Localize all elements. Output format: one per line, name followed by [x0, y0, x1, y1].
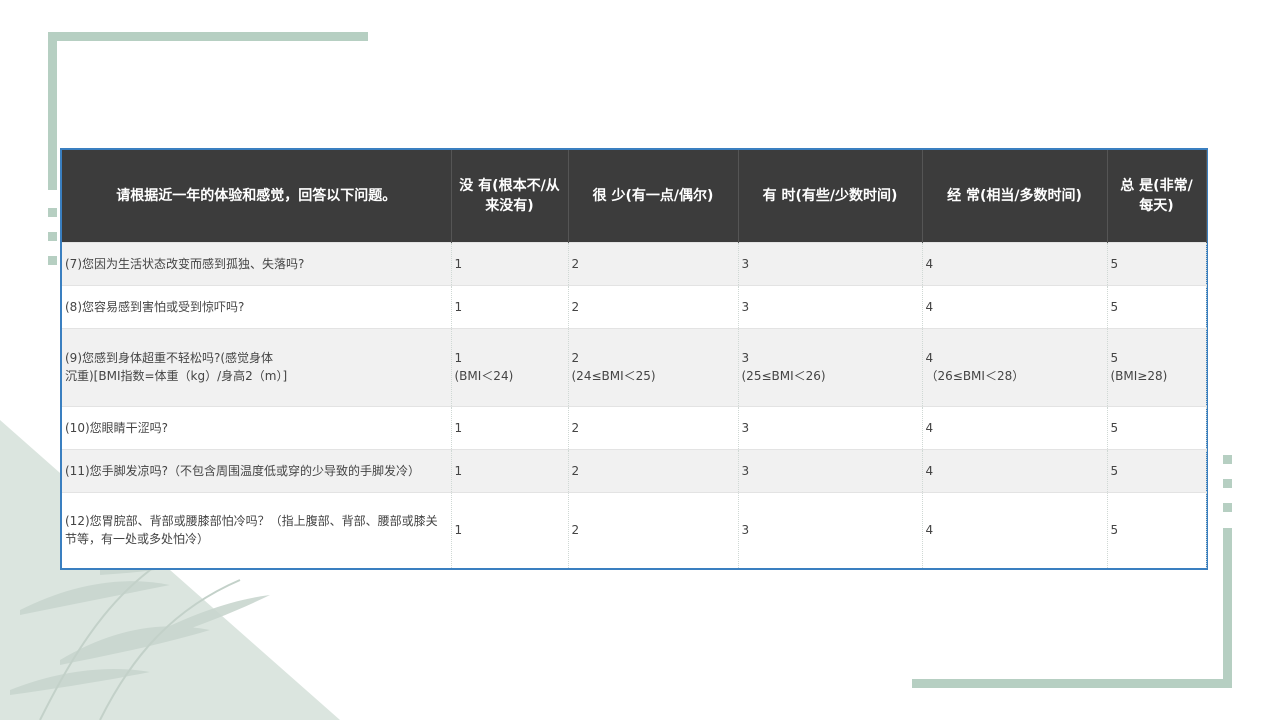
question-cell: (8)您容易感到害怕或受到惊吓吗? — [62, 284, 452, 328]
table-row: (12)您胃脘部、背部或腰膝部怕冷吗？（指上腹部、背部、腰部或膝关节等，有一处或… — [62, 491, 1207, 568]
score-cell: 5 — [1107, 284, 1207, 328]
score-cell: 5 — [1107, 491, 1207, 568]
table-header-row: 请根据近一年的体验和感觉，回答以下问题。 没 有(根本不/从来没有) 很 少(有… — [62, 150, 1207, 242]
score-cell: 4 — [922, 405, 1108, 449]
score-cell: 3 — [738, 448, 923, 492]
score-cell: 4 — [922, 491, 1108, 568]
score-cell: 5 — [1107, 241, 1207, 285]
column-header-question: 请根据近一年的体验和感觉，回答以下问题。 — [62, 150, 452, 242]
question-cell: (12)您胃脘部、背部或腰膝部怕冷吗？（指上腹部、背部、腰部或膝关节等，有一处或… — [62, 491, 452, 568]
decor-square — [1223, 479, 1232, 488]
score-cell: 1 — [451, 241, 569, 285]
top-left-frame-vertical — [48, 32, 57, 190]
decor-square — [48, 256, 57, 265]
score-cell: 2 — [568, 491, 739, 568]
question-cell: (9)您感到身体超重不轻松吗?(感觉身体 沉重)[BMI指数=体重（kg）/身高… — [62, 327, 452, 406]
score-cell: 2 — [568, 241, 739, 285]
decor-square — [1223, 455, 1232, 464]
table-row: (10)您眼睛干涩吗? 1 2 3 4 5 — [62, 405, 1207, 449]
score-cell: 1 (BMI＜24) — [451, 327, 569, 406]
decor-square — [48, 232, 57, 241]
column-header-always: 总 是(非常/每天) — [1107, 150, 1207, 242]
score-cell: 2 — [568, 448, 739, 492]
bottom-right-frame-horizontal — [912, 679, 1232, 688]
top-left-frame-horizontal — [48, 32, 368, 41]
column-header-sometimes: 有 时(有些/少数时间) — [738, 150, 923, 242]
column-header-never: 没 有(根本不/从来没有) — [451, 150, 569, 242]
score-cell: 3 — [738, 405, 923, 449]
score-cell: 2 (24≤BMI＜25) — [568, 327, 739, 406]
question-cell: (7)您因为生活状态改变而感到孤独、失落吗? — [62, 241, 452, 285]
table-row: (8)您容易感到害怕或受到惊吓吗? 1 2 3 4 5 — [62, 284, 1207, 328]
score-cell: 5 — [1107, 405, 1207, 449]
score-cell: 2 — [568, 284, 739, 328]
score-cell: 4 — [922, 284, 1108, 328]
score-cell: 3 — [738, 241, 923, 285]
score-cell: 3 — [738, 491, 923, 568]
bottom-right-frame-vertical — [1223, 528, 1232, 688]
question-cell: (11)您手脚发凉吗?（不包含周围温度低或穿的少导致的手脚发冷） — [62, 448, 452, 492]
score-cell: 4 — [922, 241, 1108, 285]
decor-square — [48, 208, 57, 217]
score-cell: 2 — [568, 405, 739, 449]
score-cell: 5 (BMI≥28) — [1107, 327, 1207, 406]
questionnaire-table: 请根据近一年的体验和感觉，回答以下问题。 没 有(根本不/从来没有) 很 少(有… — [60, 148, 1208, 570]
score-cell: 1 — [451, 405, 569, 449]
score-cell: 5 — [1107, 448, 1207, 492]
column-header-often: 经 常(相当/多数时间) — [922, 150, 1108, 242]
table-row: (11)您手脚发凉吗?（不包含周围温度低或穿的少导致的手脚发冷） 1 2 3 4… — [62, 448, 1207, 492]
score-cell: 3 (25≤BMI＜26) — [738, 327, 923, 406]
score-cell: 1 — [451, 448, 569, 492]
score-cell: 1 — [451, 284, 569, 328]
score-cell: 4 — [922, 448, 1108, 492]
score-cell: 1 — [451, 491, 569, 568]
table-row: (9)您感到身体超重不轻松吗?(感觉身体 沉重)[BMI指数=体重（kg）/身高… — [62, 327, 1207, 406]
decor-square — [1223, 503, 1232, 512]
table-row: (7)您因为生活状态改变而感到孤独、失落吗? 1 2 3 4 5 — [62, 241, 1207, 285]
score-cell: 4 （26≤BMI＜28） — [922, 327, 1108, 406]
column-header-rarely: 很 少(有一点/偶尔) — [568, 150, 739, 242]
question-cell: (10)您眼睛干涩吗? — [62, 405, 452, 449]
score-cell: 3 — [738, 284, 923, 328]
